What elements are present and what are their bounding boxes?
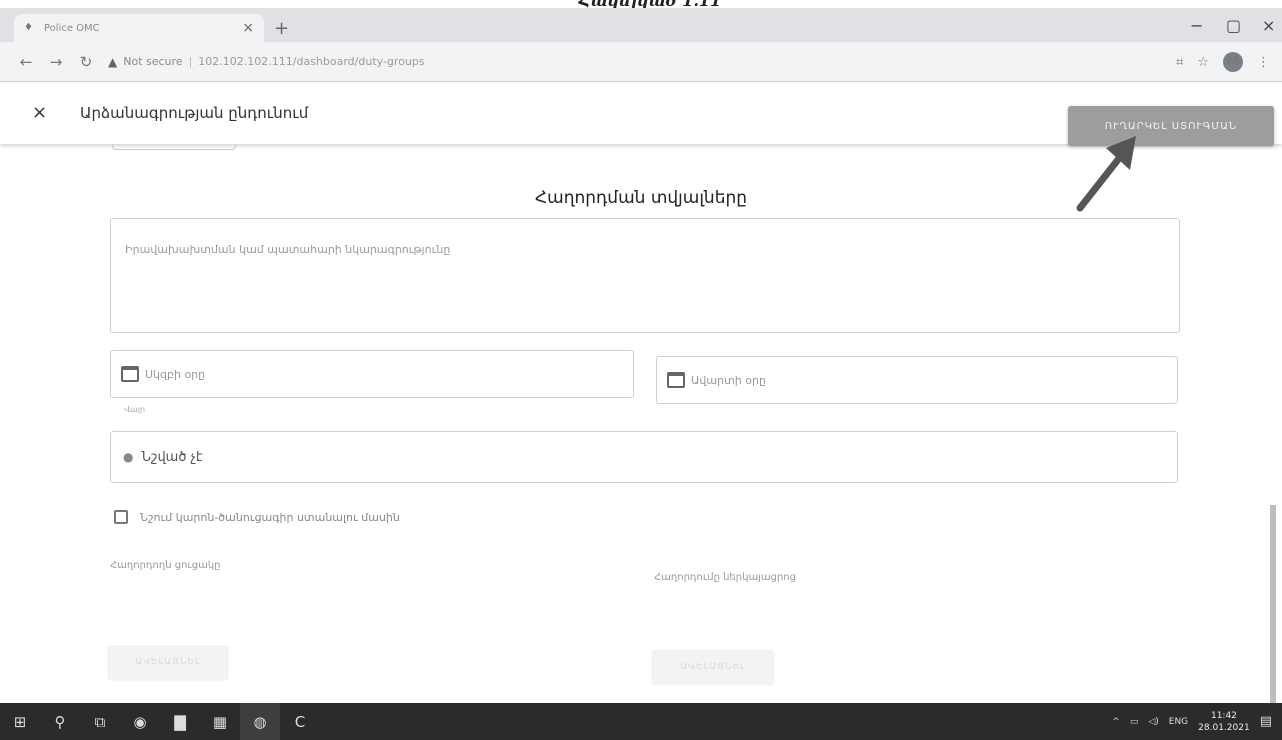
- add-reporter-button[interactable]: ԱՎԵԼԱՑՆԵԼ: [108, 645, 228, 679]
- location-field[interactable]: ● Նշված չէ: [110, 431, 1178, 483]
- notice-checkbox-label: Նշում կարոն-ծանուցագիր ստանալու մասին: [140, 510, 400, 524]
- forward-arrow-icon[interactable]: →: [48, 53, 64, 71]
- reload-icon[interactable]: ↻: [78, 53, 94, 71]
- police-favicon-icon: ♦: [24, 22, 33, 33]
- add-submitter-button[interactable]: ԱՎԵԼԱՑՆԵԼ: [652, 650, 774, 684]
- notification-icon[interactable]: ▤: [1260, 714, 1272, 729]
- tray-expand-icon[interactable]: ^: [1112, 717, 1120, 727]
- section-title: Հաղորդման տվյալները: [534, 188, 748, 208]
- tab-close-icon[interactable]: ×: [242, 20, 254, 36]
- minimize-button[interactable]: −: [1190, 16, 1203, 35]
- calendar-icon: [121, 366, 139, 382]
- close-dialog-icon[interactable]: ×: [32, 102, 47, 123]
- url-divider: |: [188, 55, 193, 68]
- description-placeholder: Իրավախախտման կամ պատահարի նկարագրություն…: [125, 243, 451, 256]
- search-icon[interactable]: ⚲: [40, 703, 80, 740]
- url-text: 102.102.102.111/dashboard/duty-groups: [198, 55, 425, 68]
- toolbar-right: ⌗ ☆ M ⋮: [1176, 52, 1270, 72]
- file-explorer-icon[interactable]: ▇: [160, 703, 200, 740]
- profile-avatar[interactable]: M: [1223, 52, 1243, 72]
- task-view-icon[interactable]: ⧉: [80, 703, 120, 740]
- reporters-label: Հաղորդողն ցուցակը: [110, 560, 221, 571]
- excel-icon[interactable]: ▦: [200, 703, 240, 740]
- notice-checkbox-row[interactable]: Նշում կարոն-ծանուցագիր ստանալու մասին: [114, 510, 400, 524]
- start-windows-icon[interactable]: ⊞: [0, 703, 40, 740]
- address-bar: ← → ↻ ▲ Not secure | 102.102.102.111/das…: [0, 42, 1282, 82]
- page-scrollbar[interactable]: [1270, 505, 1276, 705]
- menu-dots-icon[interactable]: ⋮: [1257, 55, 1270, 70]
- start-date-placeholder: Սկզբի օրը: [145, 367, 206, 381]
- bookmark-star-icon[interactable]: ☆: [1197, 55, 1209, 70]
- calendar-icon: [667, 372, 685, 388]
- browser-tab[interactable]: ♦ Police OMC ×: [14, 14, 264, 42]
- notice-checkbox[interactable]: [114, 510, 128, 524]
- translate-icon[interactable]: ⌗: [1176, 55, 1183, 70]
- clock-date: 28.01.2021: [1198, 722, 1250, 733]
- browser-tabbar: ♦ Police OMC × + − ▢ ×: [0, 8, 1282, 42]
- location-pin-icon: ●: [123, 450, 134, 464]
- end-date-placeholder: Ավարտի օրը: [691, 373, 766, 387]
- new-tab-button[interactable]: +: [274, 18, 289, 39]
- window-close-button[interactable]: ×: [1262, 16, 1275, 35]
- maximize-button[interactable]: ▢: [1226, 16, 1241, 35]
- back-arrow-icon[interactable]: ←: [18, 53, 34, 71]
- partial-tab-edge: [112, 144, 236, 150]
- network-icon[interactable]: ▭: [1130, 717, 1139, 727]
- page-title: Արձանագրության ընդունում: [80, 104, 309, 122]
- description-textarea[interactable]: Իրավախախտման կամ պատահարի նկարագրություն…: [110, 218, 1180, 333]
- location-value: Նշված չէ: [141, 449, 203, 465]
- chrome-icon[interactable]: ◍: [240, 703, 280, 740]
- language-indicator[interactable]: ENG: [1169, 717, 1188, 727]
- end-date-field[interactable]: Ավարտի օրը: [656, 356, 1178, 404]
- windows-taskbar: ⊞ ⚲ ⧉ ◉ ▇ ▦ ◍ C ^ ▭ ◁) ENG 11:42 28.01.2…: [0, 703, 1282, 740]
- location-legend: Վայր: [120, 405, 150, 414]
- clock[interactable]: 11:42 28.01.2021: [1198, 710, 1250, 734]
- security-label: Not secure: [123, 55, 183, 68]
- clock-time: 11:42: [1210, 710, 1237, 721]
- volume-icon[interactable]: ◁): [1148, 717, 1158, 727]
- submitters-label: Հաղորդումը ներկայացրոց: [654, 572, 796, 583]
- app-c-icon[interactable]: C: [280, 703, 320, 740]
- system-tray: ^ ▭ ◁) ENG 11:42 28.01.2021 ▤: [1112, 703, 1272, 740]
- url-input[interactable]: ▲ Not secure | 102.102.102.111/dashboard…: [108, 49, 1108, 75]
- edge-browser-icon[interactable]: ◉: [120, 703, 160, 740]
- warning-icon: ▲: [108, 54, 118, 69]
- tab-title: Police OMC: [44, 22, 100, 34]
- start-date-field[interactable]: Սկզբի օրը: [110, 350, 634, 398]
